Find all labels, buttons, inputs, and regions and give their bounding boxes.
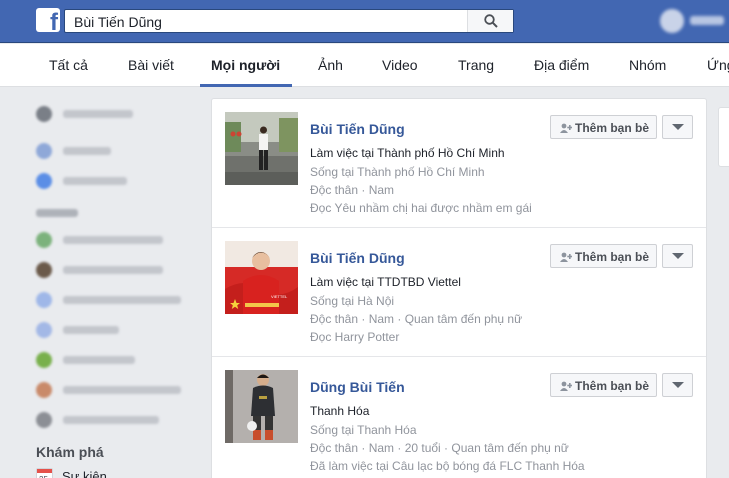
add-friend-label: Thêm bạn bè <box>575 379 650 393</box>
tab-people[interactable]: Mọi người <box>211 57 280 73</box>
sidebar-icon <box>36 173 52 189</box>
sidebar-icon <box>36 143 52 159</box>
tab-posts[interactable]: Bài viết <box>128 57 174 73</box>
sidebar-label-blurred <box>63 386 181 394</box>
person-location: Thanh Hóa <box>310 404 370 418</box>
right-panel-edge <box>718 107 729 167</box>
sidebar-label-blurred <box>63 147 111 155</box>
person-result: Bùi Tiến Dũng Làm việc tại Thành phố Hồ … <box>212 99 706 228</box>
tab-all[interactable]: Tất cả <box>49 57 88 73</box>
sidebar-icon <box>36 412 52 428</box>
person-workplace: Làm việc tại TTDTBD Viettel <box>310 275 461 289</box>
person-result: Dũng Bùi Tiến Thanh Hóa Sống tại Thanh H… <box>212 357 706 478</box>
person-reading: Đọc Harry Potter <box>310 330 400 344</box>
search-filter-tabs: Tất cả Bài viết Mọi người Ảnh Video Tran… <box>0 44 729 87</box>
sidebar-label-blurred <box>63 236 163 244</box>
add-friend-button[interactable]: Thêm bạn bè <box>550 373 657 397</box>
sidebar-icon <box>36 382 52 398</box>
facebook-logo-icon[interactable]: f <box>36 8 60 32</box>
left-sidebar: Khám phá 25 Sự kiện <box>0 88 210 478</box>
tab-places[interactable]: Địa điểm <box>534 57 589 73</box>
sidebar-heading-blurred <box>36 209 78 217</box>
explore-heading: Khám phá <box>36 444 104 460</box>
top-bar: f Bùi Tiến Dũng <box>0 0 729 43</box>
profile-menu-blurred[interactable] <box>658 7 728 33</box>
chevron-down-icon <box>672 124 684 130</box>
sidebar-item-blurred[interactable] <box>36 351 201 369</box>
tab-pages[interactable]: Trang <box>458 57 494 73</box>
person-status: Độc thân · Nam · Quan tâm đến phụ nữ <box>310 312 523 326</box>
search-button[interactable] <box>467 10 513 32</box>
more-options-button[interactable] <box>662 373 693 397</box>
person-reading: Đọc Yêu nhầm chị hai được nhầm em gái <box>310 201 532 215</box>
person-result: VIETTEL Bùi Tiến Dũng Làm việc tại TTDTB… <box>212 228 706 357</box>
sidebar-label-blurred <box>63 177 127 185</box>
search-input[interactable]: Bùi Tiến Dũng <box>74 14 162 30</box>
person-status: Độc thân · Nam <box>310 183 395 197</box>
person-name[interactable]: Bùi Tiến Dũng <box>310 121 405 137</box>
sidebar-icon <box>36 232 52 248</box>
add-friend-button[interactable]: Thêm bạn bè <box>550 244 657 268</box>
search-icon <box>484 14 498 28</box>
sidebar-item-label: Sự kiện <box>62 469 107 478</box>
more-options-button[interactable] <box>662 244 693 268</box>
person-hometown: Sống tại Thanh Hóa <box>310 423 417 437</box>
tab-apps[interactable]: Ứng <box>707 57 729 73</box>
person-status: Độc thân · Nam · 20 tuổi · Quan tâm đến … <box>310 441 569 455</box>
add-friend-icon <box>560 252 572 262</box>
person-hometown: Sống tại Thành phố Hồ Chí Minh <box>310 165 485 179</box>
sidebar-item-blurred[interactable] <box>36 321 201 339</box>
calendar-icon: 25 <box>36 468 53 478</box>
sidebar-item-blurred[interactable] <box>36 231 201 249</box>
add-friend-label: Thêm bạn bè <box>575 121 650 135</box>
person-name[interactable]: Bùi Tiến Dũng <box>310 250 405 266</box>
sidebar-icon <box>36 262 52 278</box>
sidebar-item-blurred[interactable] <box>36 291 201 309</box>
sidebar-label-blurred <box>63 326 119 334</box>
person-workplace: Làm việc tại Thành phố Hồ Chí Minh <box>310 146 505 160</box>
add-friend-button[interactable]: Thêm bạn bè <box>550 115 657 139</box>
sidebar-icon <box>36 352 52 368</box>
sidebar-item-events[interactable]: 25 Sự kiện <box>36 467 156 478</box>
chevron-down-icon <box>672 382 684 388</box>
person-past-work: Đã làm việc tại Câu lạc bộ bóng đá FLC T… <box>310 459 585 473</box>
more-options-button[interactable] <box>662 115 693 139</box>
profile-photo[interactable]: VIETTEL <box>225 241 298 314</box>
sidebar-label-blurred <box>63 416 159 424</box>
tab-photos[interactable]: Ảnh <box>318 57 343 73</box>
sidebar-label-blurred <box>63 266 163 274</box>
chevron-down-icon <box>672 253 684 259</box>
svg-text:VIETTEL: VIETTEL <box>271 294 288 299</box>
active-tab-indicator <box>200 84 292 87</box>
people-results: Bùi Tiến Dũng Làm việc tại Thành phố Hồ … <box>211 98 707 478</box>
add-friend-label: Thêm bạn bè <box>575 250 650 264</box>
sidebar-item-blurred[interactable] <box>36 105 201 123</box>
add-friend-icon <box>560 381 572 391</box>
sidebar-label-blurred <box>63 356 135 364</box>
profile-photo[interactable] <box>225 112 298 185</box>
add-friend-icon <box>560 123 572 133</box>
sidebar-item-blurred[interactable] <box>36 142 201 160</box>
sidebar-item-blurred[interactable] <box>36 381 201 399</box>
search-box[interactable]: Bùi Tiến Dũng <box>64 9 514 33</box>
sidebar-label-blurred <box>63 296 181 304</box>
person-hometown: Sống tại Hà Nội <box>310 294 395 308</box>
tab-groups[interactable]: Nhóm <box>629 57 666 73</box>
avatar <box>660 9 684 33</box>
sidebar-icon <box>36 322 52 338</box>
sidebar-icon <box>36 106 52 122</box>
sidebar-item-blurred[interactable] <box>36 172 201 190</box>
tab-videos[interactable]: Video <box>382 57 418 73</box>
profile-photo[interactable] <box>225 370 298 443</box>
sidebar-icon <box>36 292 52 308</box>
sidebar-item-blurred[interactable] <box>36 261 201 279</box>
person-name[interactable]: Dũng Bùi Tiến <box>310 379 405 395</box>
sidebar-item-blurred[interactable] <box>36 411 201 429</box>
sidebar-label-blurred <box>63 110 133 118</box>
profile-name-blurred <box>690 16 724 25</box>
